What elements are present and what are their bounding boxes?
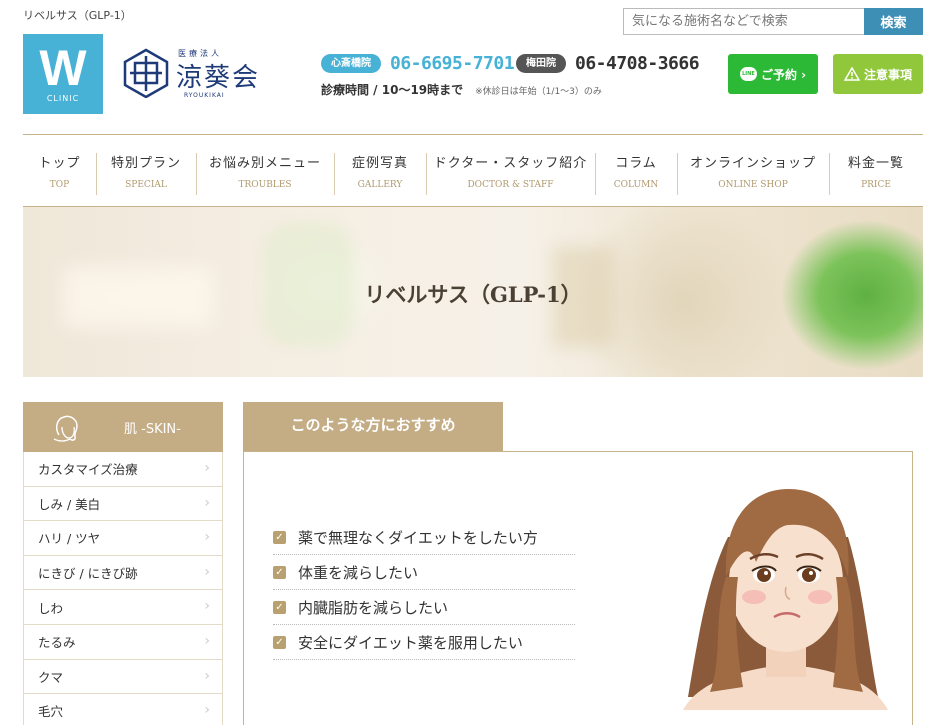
- nav-item-troubles[interactable]: お悩み別メニュー TROUBLES: [196, 135, 334, 206]
- hero-banner: リベルサス（GLP-1）: [23, 207, 923, 377]
- page-breadcrumb-title: リベルサス（GLP-1）: [23, 9, 132, 22]
- sidebar-heading: 肌 -SKIN-: [23, 402, 223, 452]
- reserve-label: ご予約 ›: [760, 67, 807, 82]
- page-title: リベルサス（GLP-1）: [364, 282, 582, 307]
- checkbox-icon: ✓: [273, 565, 286, 579]
- nav-item-column[interactable]: コラム COLUMN: [595, 135, 677, 206]
- clinic-badge: 梅田院: [516, 53, 566, 73]
- recommend-tab: このような方におすすめ: [243, 402, 503, 451]
- sidebar-item[interactable]: しみ / 美白: [23, 486, 223, 522]
- recommend-item: ✓ 安全にダイエット薬を服用したい: [273, 625, 575, 660]
- nav-label-en: ONLINE SHOP: [718, 179, 788, 190]
- sidebar-item[interactable]: にきび / にきび跡: [23, 555, 223, 591]
- sidebar-heading-label: 肌 -SKIN-: [124, 422, 181, 437]
- search-input[interactable]: [623, 8, 864, 35]
- nav-label-ja: コラム: [615, 155, 657, 171]
- checkbox-icon: ✓: [273, 530, 286, 544]
- recommend-item: ✓ 体重を減らしたい: [273, 555, 575, 590]
- nav-label-en: PRICE: [861, 179, 891, 190]
- recommend-item-text: 体重を減らしたい: [298, 563, 419, 582]
- caution-button[interactable]: 注意事項: [833, 54, 923, 94]
- nav-label-ja: 症例写真: [351, 155, 408, 171]
- phone-umeda[interactable]: 梅田院 06-4708-3666: [516, 53, 700, 74]
- clinic-hours: 診療時間 / 10〜19時まで ※休診日は年始（1/1〜3）のみ: [321, 81, 602, 98]
- nav-item-doctor-staff[interactable]: ドクター・スタッフ紹介 DOCTOR & STAFF: [426, 135, 595, 206]
- hours-text: 診療時間 / 10〜19時まで: [321, 83, 464, 97]
- logo-w-sub: CLINIC: [46, 94, 80, 103]
- nav-item-online-shop[interactable]: オンラインショップ ONLINE SHOP: [677, 135, 829, 206]
- hours-note: ※休診日は年始（1/1〜3）のみ: [475, 87, 602, 97]
- nav-label-ja: ドクター・スタッフ紹介: [433, 155, 588, 171]
- logo-ryoki-main: 涼葵会: [176, 63, 261, 93]
- face-skin-icon: [53, 415, 78, 442]
- recommend-item: ✓ 薬で無理なくダイエットをしたい方: [273, 520, 575, 555]
- recommend-list: ✓ 薬で無理なくダイエットをしたい方 ✓ 体重を減らしたい ✓ 内臓脂肪を減らし…: [273, 520, 575, 660]
- nav-label-ja: 特別プラン: [110, 155, 181, 171]
- sidebar-item[interactable]: 毛穴: [23, 694, 223, 725]
- nav-label-en: TROUBLES: [238, 179, 292, 190]
- nav-label-ja: 料金一覧: [847, 155, 904, 171]
- nav-item-special[interactable]: 特別プラン SPECIAL: [96, 135, 196, 206]
- nav-label-en: GALLERY: [357, 179, 403, 190]
- sidebar-item[interactable]: クマ: [23, 659, 223, 695]
- caution-label: 注意事項: [863, 67, 912, 82]
- nav-label-ja: お悩み別メニュー: [208, 155, 321, 171]
- phone-number[interactable]: 06-6695-7701: [390, 53, 515, 74]
- search-button[interactable]: 検索: [864, 8, 923, 35]
- nav-label-en: DOCTOR & STAFF: [467, 179, 554, 190]
- sidebar-item[interactable]: カスタマイズ治療: [23, 452, 223, 487]
- nav-label-en: TOP: [49, 179, 70, 190]
- recommend-item: ✓ 内臓脂肪を減らしたい: [273, 590, 575, 625]
- line-icon: LINE: [739, 67, 757, 81]
- nav-label-en: COLUMN: [613, 179, 659, 190]
- sidebar-item[interactable]: たるみ: [23, 624, 223, 660]
- nav-item-gallery[interactable]: 症例写真 GALLERY: [334, 135, 426, 206]
- logo-w-letter: W: [39, 40, 87, 96]
- phone-shinsaibashi[interactable]: 心斎橋院 06-6695-7701: [321, 53, 515, 74]
- sidebar-menu: カスタマイズ治療 しみ / 美白 ハリ / ツヤ にきび / にきび跡 しわ た…: [23, 452, 223, 725]
- nav-label-ja: トップ: [38, 155, 81, 171]
- clinic-badge: 心斎橋院: [321, 53, 381, 73]
- phone-number[interactable]: 06-4708-3666: [575, 53, 700, 74]
- nav-item-top[interactable]: トップ TOP: [23, 135, 96, 206]
- checkbox-icon: ✓: [273, 635, 286, 649]
- ryoukikai-logo[interactable]: 医療法人 涼葵会 RYOUKIKAI: [122, 46, 272, 106]
- sidebar-item[interactable]: ハリ / ツヤ: [23, 521, 223, 556]
- w-clinic-logo[interactable]: W CLINIC: [23, 34, 103, 114]
- nav-label-ja: オンラインショップ: [689, 155, 816, 171]
- warning-icon: [843, 67, 860, 81]
- checkbox-icon: ✓: [273, 600, 286, 614]
- recommend-item-text: 薬で無理なくダイエットをしたい方: [298, 528, 538, 547]
- ryoukikai-emblem-icon: [123, 48, 169, 98]
- global-nav: トップ TOP 特別プラン SPECIAL お悩み別メニュー TROUBLES …: [23, 134, 923, 207]
- line-reserve-button[interactable]: LINE ご予約 ›: [728, 54, 818, 94]
- recommend-item-text: 安全にダイエット薬を服用したい: [298, 633, 523, 652]
- worried-woman-illustration: [683, 489, 888, 710]
- logo-ryoki-en: RYOUKIKAI: [184, 92, 225, 99]
- sidebar-item[interactable]: しわ: [23, 590, 223, 625]
- nav-item-price[interactable]: 料金一覧 PRICE: [829, 135, 923, 206]
- site-search: 検索: [623, 8, 923, 35]
- nav-label-en: SPECIAL: [125, 179, 167, 190]
- recommend-item-text: 内臓脂肪を減らしたい: [298, 598, 449, 617]
